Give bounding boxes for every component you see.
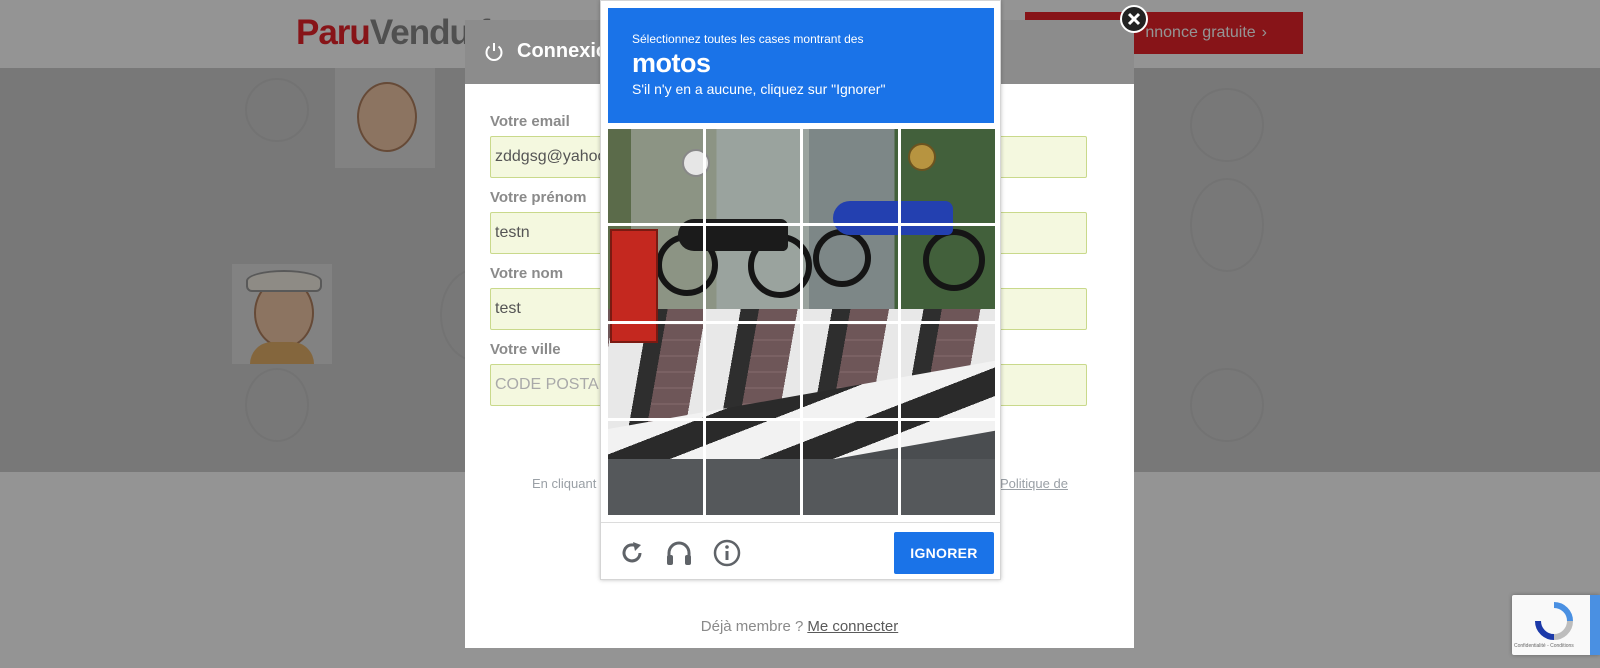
headphones-icon[interactable] [664, 538, 694, 568]
captcha-tile-image [705, 420, 800, 515]
captcha-tile[interactable] [705, 420, 800, 515]
captcha-tile[interactable] [608, 129, 703, 224]
close-icon [1127, 12, 1141, 26]
modal-title: Connexio [517, 40, 609, 62]
terms-text: En cliquant [532, 476, 597, 491]
captcha-image-grid [608, 129, 995, 515]
captcha-tile-image [900, 129, 995, 224]
captcha-instruction-header: Sélectionnez toutes les cases montrant d… [608, 8, 994, 123]
captcha-tile[interactable] [705, 226, 800, 321]
captcha-tile[interactable] [705, 323, 800, 418]
captcha-tile[interactable] [900, 129, 995, 224]
captcha-tile[interactable] [803, 323, 898, 418]
captcha-tile[interactable] [608, 226, 703, 321]
recaptcha-challenge: Sélectionnez toutes les cases montrant d… [600, 0, 1001, 580]
captcha-tile-image [803, 129, 898, 224]
captcha-tile[interactable] [900, 420, 995, 515]
captcha-tile-image [608, 226, 703, 321]
captcha-tile[interactable] [900, 323, 995, 418]
power-icon [485, 43, 503, 61]
captcha-tile-image [803, 323, 898, 418]
captcha-tile-image [900, 420, 995, 515]
recaptcha-logo-icon [1535, 602, 1573, 640]
captcha-tile-image [803, 420, 898, 515]
captcha-tile-image [705, 129, 800, 224]
captcha-tile[interactable] [803, 420, 898, 515]
captcha-tile[interactable] [803, 129, 898, 224]
captcha-tile[interactable] [608, 420, 703, 515]
captcha-tile[interactable] [608, 323, 703, 418]
captcha-tile-image [608, 323, 703, 418]
ignore-button[interactable]: IGNORER [894, 532, 994, 574]
privacy-policy-link[interactable]: Politique de [1000, 476, 1068, 491]
recaptcha-badge-tab [1590, 595, 1600, 655]
captcha-tile-image [900, 226, 995, 321]
captcha-divider [601, 522, 1000, 523]
captcha-tile-image [803, 226, 898, 321]
captcha-hint: S'il n'y en a aucune, cliquez sur "Ignor… [632, 81, 886, 97]
captcha-instruction: Sélectionnez toutes les cases montrant d… [632, 32, 864, 46]
firstname-label: Votre prénom [490, 189, 587, 206]
email-label: Votre email [490, 113, 570, 130]
captcha-tile[interactable] [705, 129, 800, 224]
city-label: Votre ville [490, 341, 561, 358]
captcha-tile-image [608, 420, 703, 515]
close-modal-button[interactable] [1120, 5, 1148, 33]
already-member-row: Déjà membre ? Me connecter [465, 618, 1134, 635]
recaptcha-badge[interactable]: Confidentialité - Conditions [1512, 595, 1600, 655]
captcha-tile-image [705, 226, 800, 321]
captcha-tile[interactable] [803, 226, 898, 321]
login-link[interactable]: Me connecter [807, 618, 898, 635]
captcha-tile-image [608, 129, 703, 224]
info-icon[interactable] [712, 538, 742, 568]
captcha-target-word: motos [632, 48, 711, 78]
captcha-tile[interactable] [900, 226, 995, 321]
already-member-text: Déjà membre ? [700, 618, 804, 635]
recaptcha-badge-text: Confidentialité - Conditions [1514, 643, 1574, 649]
captcha-tile-image [900, 323, 995, 418]
reload-icon[interactable] [617, 538, 647, 568]
captcha-tile-image [705, 323, 800, 418]
lastname-label: Votre nom [490, 265, 564, 282]
